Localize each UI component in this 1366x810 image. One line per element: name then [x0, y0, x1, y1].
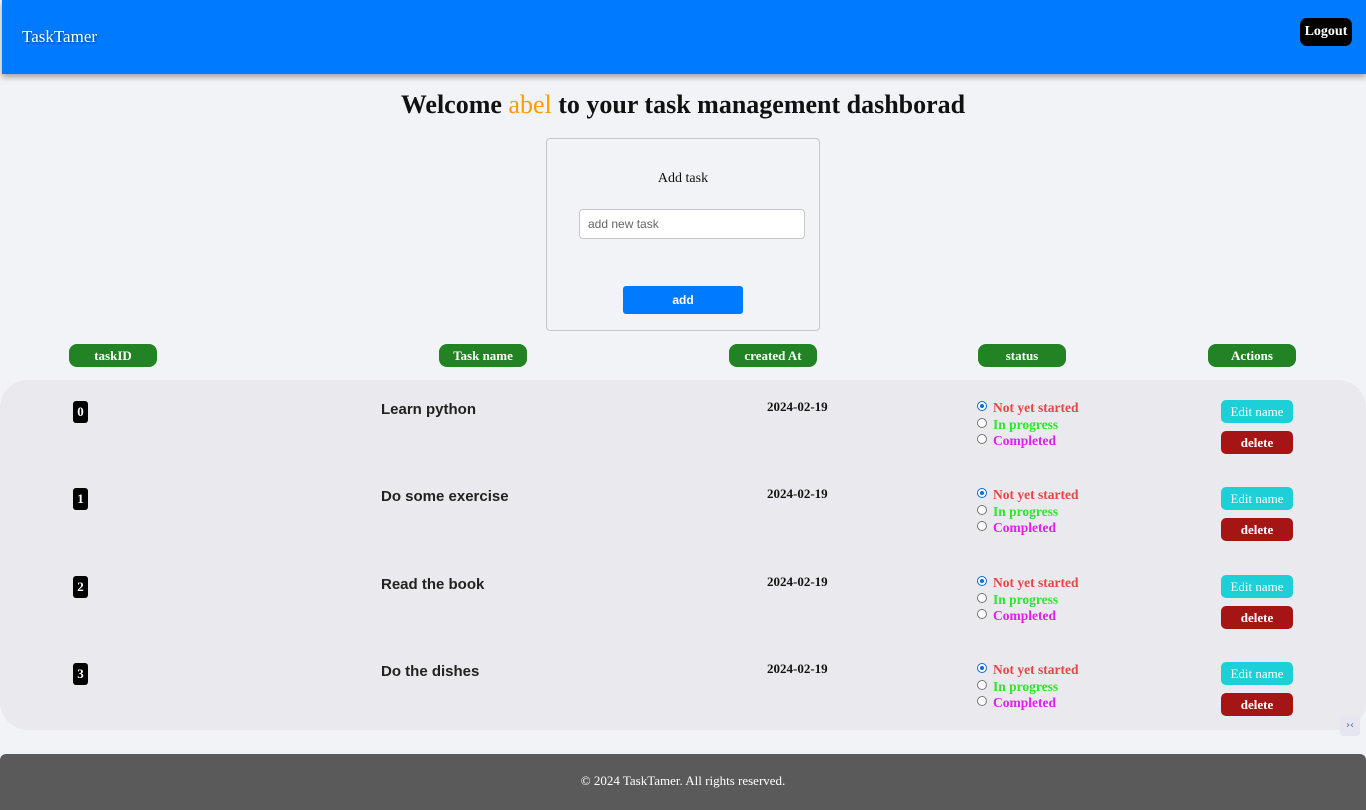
task-id-badge: 1: [73, 488, 88, 510]
radio-button[interactable]: [977, 592, 987, 603]
add-task-button[interactable]: add: [623, 286, 743, 314]
task-name: Do the dishes: [381, 663, 480, 680]
task-created-date: 2024-02-19: [767, 574, 828, 589]
radio-button[interactable]: [977, 679, 987, 690]
radio-button[interactable]: [977, 504, 987, 515]
status-option-not-started[interactable]: Not yet started: [977, 662, 1078, 679]
status-radio-group: Not yet started In progress Completed: [977, 662, 1078, 712]
navbar: TaskTamer Logout: [2, 0, 1366, 74]
status-option-completed[interactable]: Completed: [977, 520, 1078, 537]
column-header-actions: Actions: [1208, 344, 1296, 367]
radio-button[interactable]: [977, 434, 987, 445]
status-label: Completed: [993, 608, 1056, 624]
edit-name-button[interactable]: Edit name: [1221, 400, 1293, 423]
status-label: Not yet started: [993, 400, 1079, 416]
status-label: Completed: [993, 520, 1056, 536]
status-radio-group: Not yet started In progress Completed: [977, 575, 1078, 625]
task-id-badge: 2: [73, 576, 88, 598]
status-option-in-progress[interactable]: In progress: [977, 417, 1078, 434]
delete-button[interactable]: delete: [1221, 431, 1293, 454]
edit-name-button[interactable]: Edit name: [1221, 662, 1293, 685]
footer: © 2024 TaskTamer. All rights reserved.: [0, 754, 1366, 810]
new-task-input[interactable]: [579, 209, 805, 239]
logout-button[interactable]: Logout: [1300, 18, 1352, 46]
status-label: In progress: [993, 678, 1059, 694]
status-radio-group: Not yet started In progress Completed: [977, 400, 1078, 450]
status-option-completed[interactable]: Completed: [977, 433, 1078, 450]
task-created-date: 2024-02-19: [767, 399, 828, 414]
status-option-in-progress[interactable]: In progress: [977, 679, 1078, 696]
username: abel: [508, 90, 552, 119]
task-created-date: 2024-02-19: [767, 661, 828, 676]
column-header-task-name: Task name: [439, 344, 527, 367]
status-label: Not yet started: [993, 575, 1079, 591]
status-label: In progress: [993, 416, 1059, 432]
collapse-icon[interactable]: ›‹: [1340, 716, 1360, 736]
table-row: 1 Do some exercise 2024-02-19 Not yet start…: [0, 474, 1366, 561]
radio-button[interactable]: [977, 401, 987, 412]
radio-button[interactable]: [977, 696, 987, 707]
task-name: Do some exercise: [381, 488, 509, 505]
add-task-label: Add task: [657, 171, 709, 186]
delete-button[interactable]: delete: [1221, 518, 1293, 541]
radio-button[interactable]: [977, 488, 987, 499]
radio-button[interactable]: [977, 663, 987, 674]
edit-name-button[interactable]: Edit name: [1221, 487, 1293, 510]
page-title: Welcome abel to your task management das…: [0, 90, 1366, 120]
status-option-completed[interactable]: Completed: [977, 695, 1078, 712]
status-option-not-started[interactable]: Not yet started: [977, 487, 1078, 504]
welcome-suffix: to your task management dashborad: [558, 90, 966, 119]
radio-button[interactable]: [977, 609, 987, 620]
column-header-taskid: taskID: [69, 344, 157, 367]
status-label: In progress: [993, 503, 1059, 519]
welcome-prefix: Welcome: [400, 90, 502, 119]
add-task-card: Add task add: [546, 138, 820, 331]
status-radio-group: Not yet started In progress Completed: [977, 487, 1078, 537]
status-option-completed[interactable]: Completed: [977, 608, 1078, 625]
radio-button[interactable]: [977, 417, 987, 428]
task-id-badge: 0: [73, 401, 88, 423]
status-label: Completed: [993, 695, 1056, 711]
status-label: Not yet started: [993, 662, 1079, 678]
radio-button[interactable]: [977, 521, 987, 532]
edit-name-button[interactable]: Edit name: [1221, 575, 1293, 598]
task-name: Read the book: [381, 576, 485, 593]
column-header-status: status: [978, 344, 1066, 367]
task-created-date: 2024-02-19: [767, 486, 828, 501]
task-name: Learn python: [381, 401, 477, 418]
brand-logo[interactable]: TaskTamer: [22, 27, 97, 47]
table-row: 2 Read the book 2024-02-19 Not yet started I…: [0, 562, 1366, 649]
status-option-in-progress[interactable]: In progress: [977, 504, 1078, 521]
status-option-not-started[interactable]: Not yet started: [977, 575, 1078, 592]
table-row: 0 Learn python 2024-02-19 Not yet started In…: [0, 387, 1366, 474]
status-label: Not yet started: [993, 487, 1079, 503]
delete-button[interactable]: delete: [1221, 606, 1293, 629]
radio-button[interactable]: [977, 576, 987, 587]
status-option-in-progress[interactable]: In progress: [977, 592, 1078, 609]
copyright-text: © 2024 TaskTamer. All rights reserved.: [580, 773, 786, 788]
table-row: 3 Do the dishes 2024-02-19 Not yet started I…: [0, 649, 1366, 736]
status-label: In progress: [993, 591, 1059, 607]
status-label: Completed: [993, 433, 1056, 449]
column-header-created-at: created At: [729, 344, 817, 367]
task-id-badge: 3: [73, 663, 88, 685]
status-option-not-started[interactable]: Not yet started: [977, 400, 1078, 417]
delete-button[interactable]: delete: [1221, 693, 1293, 716]
